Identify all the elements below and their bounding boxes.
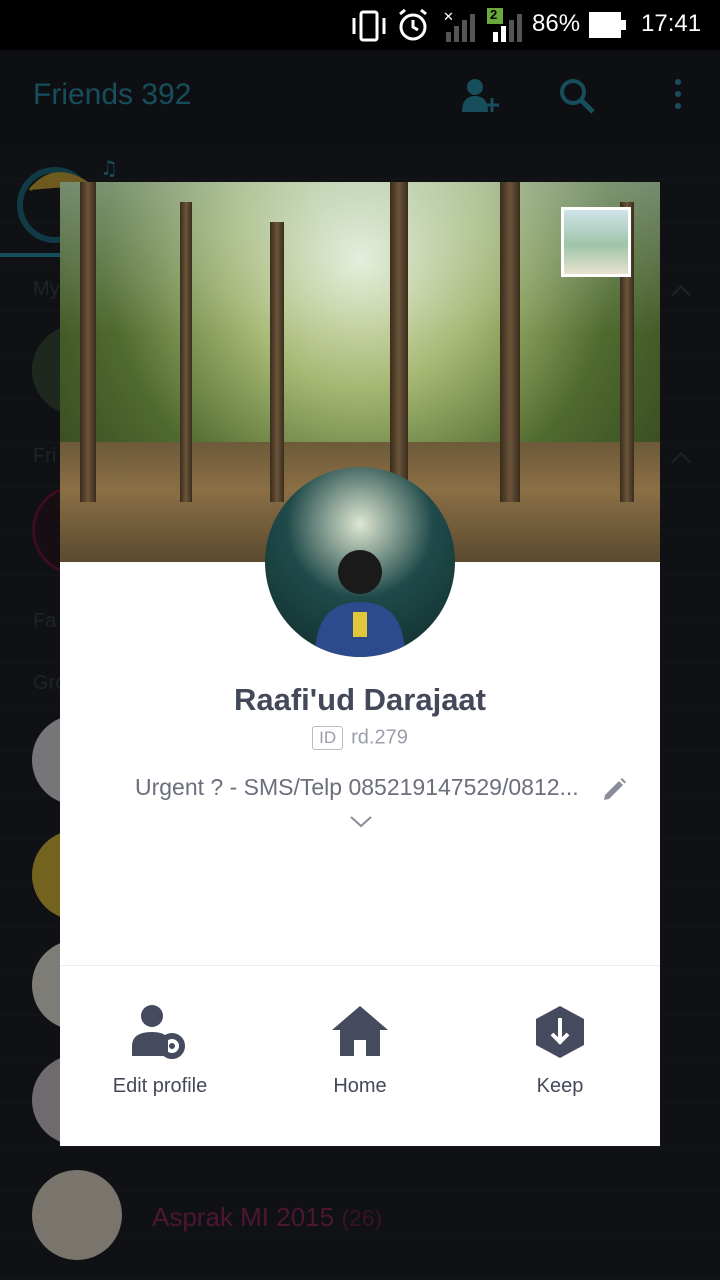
keep-label: Keep xyxy=(536,1075,584,1097)
id-badge: ID xyxy=(312,726,344,750)
battery-percent: 86% xyxy=(532,10,581,37)
cover-tree xyxy=(180,202,192,502)
vibrate-icon xyxy=(350,8,388,49)
person-silhouette xyxy=(315,550,405,657)
id-value: rd.279 xyxy=(351,726,408,749)
keep-icon xyxy=(536,1006,584,1058)
cover-tree xyxy=(270,222,284,502)
cover-thumbnail[interactable] xyxy=(561,207,631,277)
sim-badge: 2 xyxy=(490,7,498,22)
profile-avatar[interactable] xyxy=(265,467,455,657)
status-bar: ✕ 2 86% 17:41 xyxy=(0,0,720,50)
profile-id-row: ID rd.279 xyxy=(60,726,660,750)
signal-muted-icon: ✕ xyxy=(442,8,478,49)
keep-button[interactable]: Keep xyxy=(460,1002,660,1098)
profile-name: Raafi'ud Darajaat xyxy=(233,682,486,717)
svg-text:✕: ✕ xyxy=(443,10,454,25)
edit-profile-button[interactable]: Edit profile xyxy=(60,1002,260,1098)
clock: 17:41 xyxy=(641,10,702,37)
alarm-icon xyxy=(394,8,432,49)
battery-icon xyxy=(589,12,629,45)
chevron-down-icon[interactable] xyxy=(349,815,373,834)
cover-tree xyxy=(80,182,96,502)
edit-pencil-icon[interactable] xyxy=(601,775,629,808)
profile-popup: Raafi'ud Darajaat ID rd.279 Urgent ? - SM… xyxy=(60,182,660,1146)
edit-profile-icon xyxy=(132,1005,185,1059)
cover-tree xyxy=(500,182,520,502)
status-message: Urgent ? - SMS/Telp 085219147529/0812... xyxy=(135,774,579,800)
home-icon xyxy=(332,1006,388,1056)
home-label: Home xyxy=(333,1075,387,1097)
cover-tree xyxy=(390,182,408,502)
divider xyxy=(60,965,660,966)
home-button[interactable]: Home xyxy=(260,1002,460,1098)
edit-profile-label: Edit profile xyxy=(112,1075,208,1097)
